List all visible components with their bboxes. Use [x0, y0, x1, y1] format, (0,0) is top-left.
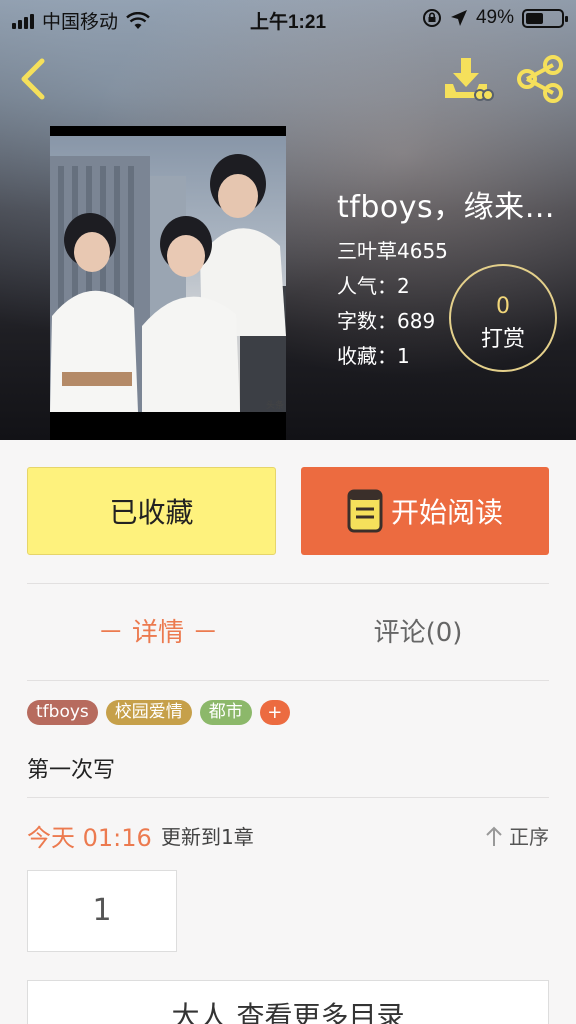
divider	[27, 797, 549, 798]
divider	[27, 583, 549, 584]
update-status: 更新到1章	[161, 825, 254, 849]
status-right: 49%	[422, 7, 568, 29]
location-icon	[450, 10, 467, 26]
sort-order-button[interactable]: 正序	[485, 821, 549, 850]
reward-label: 打赏	[480, 327, 525, 352]
svg-text:头条: 头条	[266, 399, 284, 411]
chevron-left-icon	[21, 58, 45, 100]
more-catalog-label: 大人 查看更多目录	[171, 1000, 405, 1024]
status-bar: 中国移动 上午1:21 49%	[0, 0, 576, 40]
cover-illustration: 头条	[50, 154, 286, 412]
book-cover[interactable]: 头条	[50, 126, 286, 440]
back-button[interactable]	[14, 55, 54, 103]
reward-count: 0	[496, 294, 510, 319]
tag-campus-romance[interactable]: 校园爱情	[105, 700, 192, 725]
chapter-item[interactable]: 1	[27, 870, 177, 952]
sort-order-label: 正序	[509, 825, 549, 849]
reward-button[interactable]: 0 打赏	[449, 264, 557, 372]
detail-tabs: － 详情 － 评论(0)	[0, 598, 576, 668]
tag-list: tfboys 校园爱情 都市 +	[27, 700, 290, 725]
battery-level	[526, 12, 543, 24]
divider	[27, 680, 549, 681]
rotation-lock-icon	[422, 9, 441, 27]
start-reading-button[interactable]: 开始阅读	[301, 467, 549, 555]
book-author: 三叶草4655	[337, 239, 448, 263]
download-button[interactable]	[442, 56, 494, 102]
update-time: 今天 01:16	[27, 824, 152, 852]
add-tag-button[interactable]: +	[259, 700, 290, 725]
battery-percent: 49%	[475, 7, 514, 28]
tab-detail[interactable]: － 详情 －	[40, 598, 276, 668]
cover-photo: 头条	[50, 136, 286, 412]
tag-city[interactable]: 都市	[199, 700, 252, 725]
collected-button[interactable]: 已收藏	[27, 467, 276, 555]
book-description: 第一次写	[27, 758, 116, 783]
arrow-up-icon	[486, 826, 502, 846]
book-header: 中国移动 上午1:21 49% 头条 tfboys，缘来… 三叶草4655 人气…	[0, 0, 576, 440]
tab-comments[interactable]: 评论(0)	[300, 598, 536, 668]
book-title: tfboys，缘来…	[337, 190, 556, 225]
book-icon	[347, 489, 383, 533]
update-row: 今天 01:16 更新到1章 正序	[27, 818, 549, 852]
download-icon	[445, 58, 494, 101]
tag-tfboys[interactable]: tfboys	[27, 700, 98, 725]
share-icon	[517, 55, 563, 103]
share-button[interactable]	[514, 54, 566, 104]
battery-icon	[522, 8, 568, 28]
start-reading-label: 开始阅读	[390, 496, 503, 529]
more-catalog-button[interactable]: 大人 查看更多目录	[27, 980, 549, 1024]
book-detail-screen: 中国移动 上午1:21 49% 头条 tfboys，缘来… 三叶草4655 人气…	[0, 0, 576, 1024]
